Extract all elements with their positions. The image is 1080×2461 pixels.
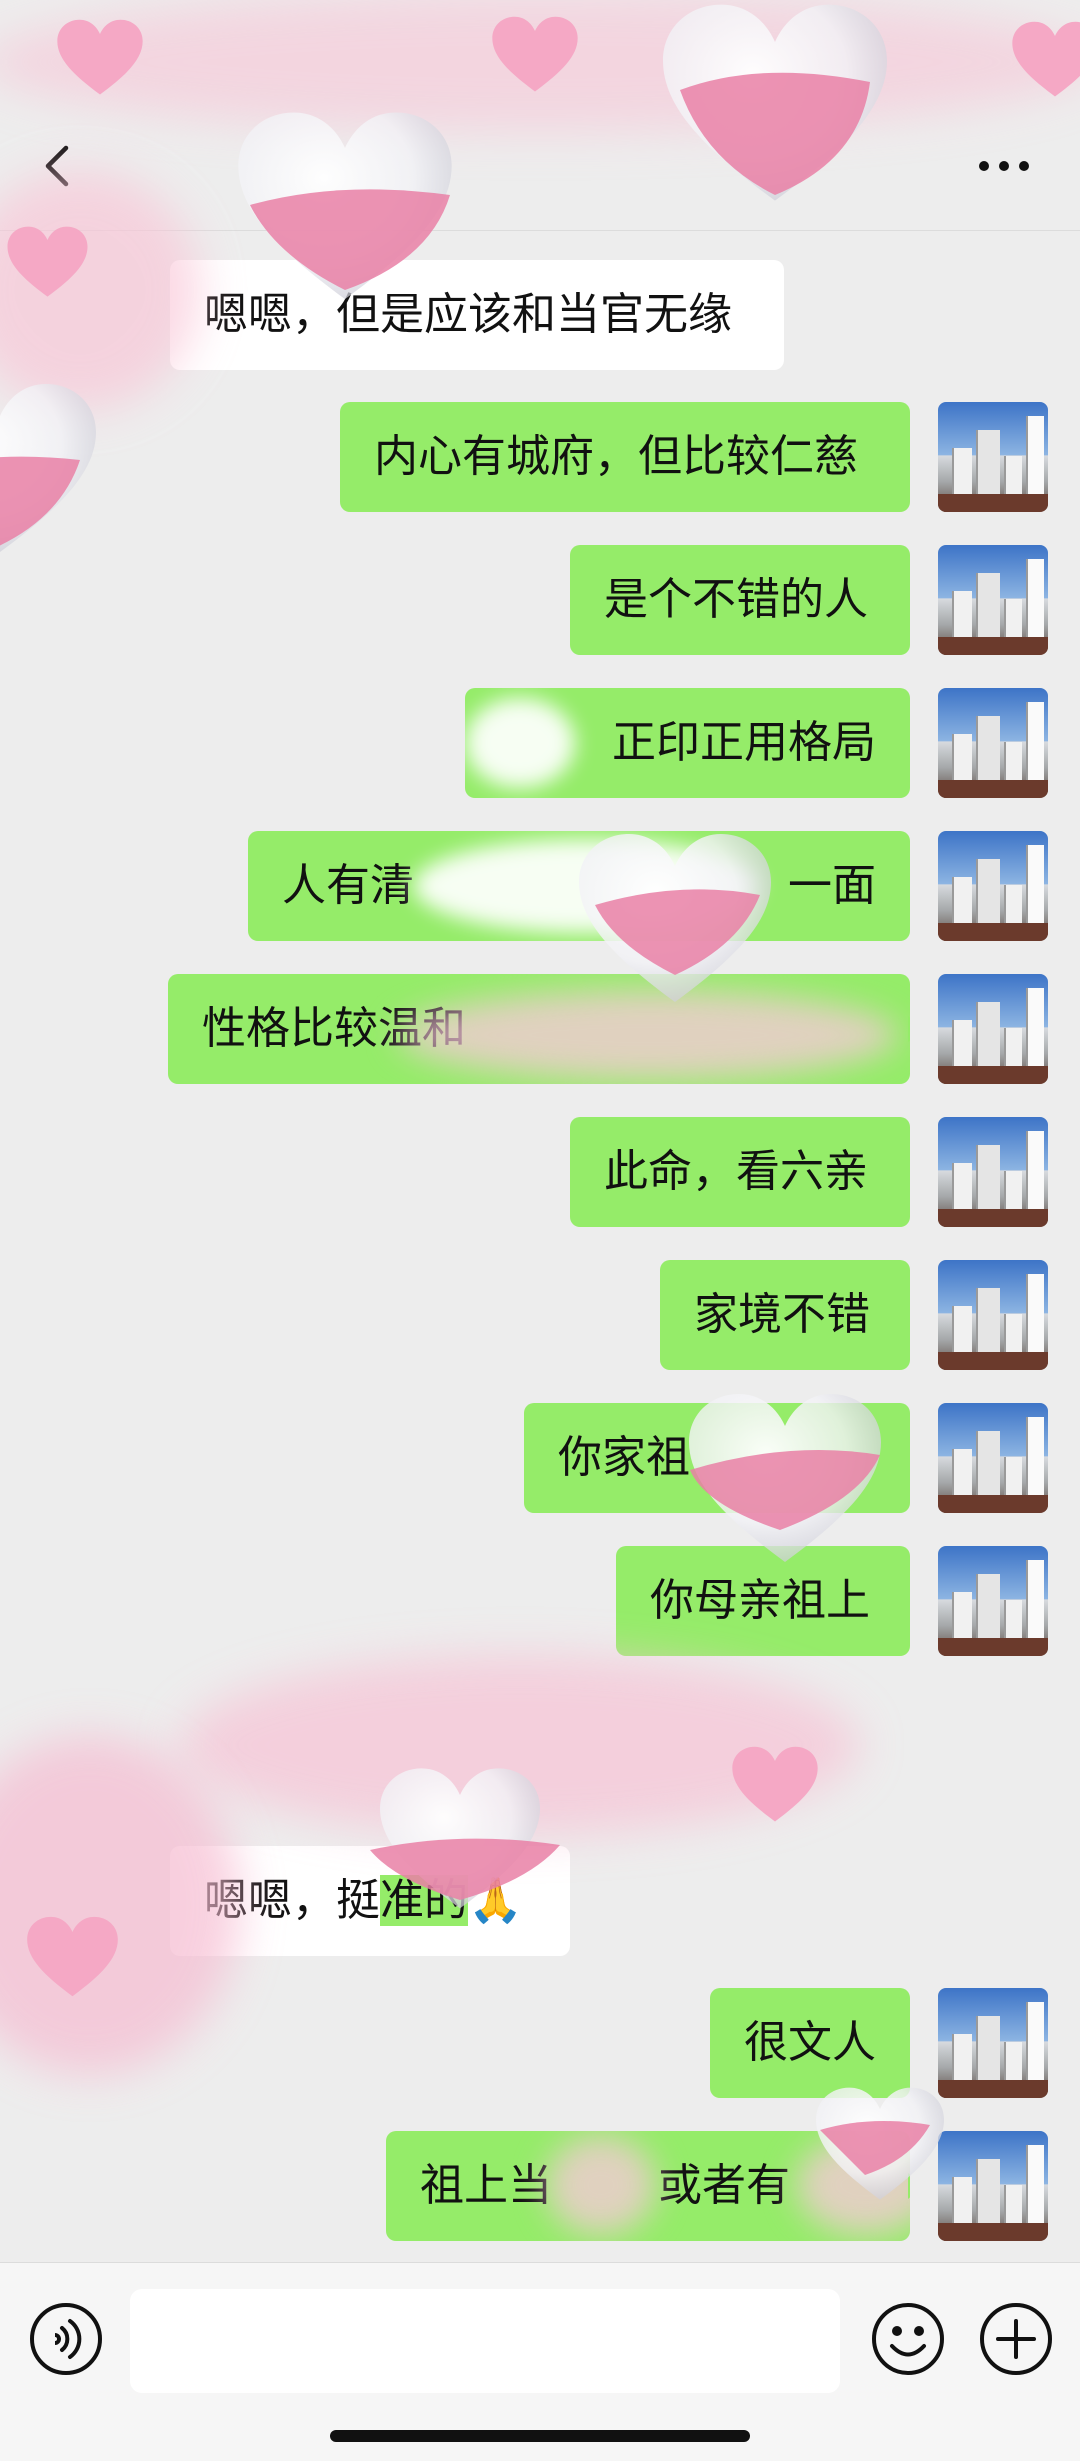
outgoing-message-bubble[interactable]: 正印正用格局 xyxy=(465,688,910,798)
message-text: 你母亲祖上 xyxy=(650,1575,870,1626)
avatar[interactable] xyxy=(938,974,1048,1084)
outgoing-message-bubble[interactable]: 你家祖 xyxy=(524,1403,910,1513)
avatar[interactable] xyxy=(938,1988,1048,2098)
avatar[interactable] xyxy=(938,831,1048,941)
redaction-overlay xyxy=(398,990,898,1080)
message-text: 内心有城府，但比较仁慈 xyxy=(374,431,858,482)
incoming-message-bubble[interactable]: 嗯嗯，挺准的🙏 xyxy=(170,1846,570,1956)
home-indicator xyxy=(330,2430,750,2442)
redaction-overlay xyxy=(413,839,758,933)
message-text: 正印正用格局 xyxy=(612,717,876,768)
outgoing-message-bubble[interactable]: 性格比较温和 xyxy=(168,974,910,1084)
message-list[interactable]: 嗯嗯，但是应该和当官无缘 内心有城府，但比较仁慈 是个不错的人 正印正用格局 人… xyxy=(0,230,1080,2262)
avatar[interactable] xyxy=(938,1260,1048,1370)
outgoing-message-bubble[interactable]: 家境不错 xyxy=(660,1260,910,1370)
message-text: 一面 xyxy=(788,860,876,911)
outgoing-message-bubble[interactable]: 内心有城府，但比较仁慈 xyxy=(340,402,910,512)
message-text: 家境不错 xyxy=(694,1289,870,1340)
chevron-left-icon[interactable] xyxy=(38,142,78,190)
outgoing-message-bubble[interactable]: 你母亲祖上 xyxy=(616,1546,910,1656)
redaction-overlay xyxy=(546,2135,656,2235)
message-text: 祖上当 xyxy=(420,2160,552,2211)
outgoing-message-bubble[interactable]: 祖上当 或者有 xyxy=(386,2131,910,2241)
message-text: 是个不错的人 xyxy=(604,574,868,625)
message-row: 嗯嗯，但是应该和当官无缘 xyxy=(0,260,1080,370)
message-row: 祖上当 或者有 xyxy=(0,2131,1080,2241)
avatar[interactable] xyxy=(938,2131,1048,2241)
message-text: 嗯嗯，但是应该和当官无缘 xyxy=(204,289,732,340)
emoji: 🙏 xyxy=(468,1875,523,1926)
message-row: 正印正用格局 xyxy=(0,688,1080,798)
message-row: 家境不错 xyxy=(0,1260,1080,1370)
voice-icon[interactable] xyxy=(28,2301,104,2377)
redaction-overlay xyxy=(465,698,575,788)
avatar[interactable] xyxy=(938,1117,1048,1227)
plus-icon[interactable] xyxy=(978,2301,1054,2377)
message-row: 你母亲祖上 xyxy=(0,1546,1080,1656)
avatar[interactable] xyxy=(938,545,1048,655)
message-text: 很文人 xyxy=(744,2017,876,2068)
message-row: 人有清 一面 xyxy=(0,831,1080,941)
outgoing-message-bubble[interactable]: 是个不错的人 xyxy=(570,545,910,655)
message-input[interactable] xyxy=(130,2289,840,2393)
outgoing-message-bubble[interactable]: 人有清 一面 xyxy=(248,831,910,941)
chat-header xyxy=(0,0,1080,231)
message-text: 人有清 xyxy=(282,860,414,911)
outgoing-message-bubble[interactable]: 很文人 xyxy=(710,1988,910,2098)
highlighted-text: 准的 xyxy=(380,1875,468,1926)
message-row: 嗯嗯，挺准的🙏 xyxy=(0,1846,1080,1956)
avatar[interactable] xyxy=(938,688,1048,798)
message-row: 很文人 xyxy=(0,1988,1080,2098)
emoji-icon[interactable] xyxy=(870,2301,946,2377)
message-text: 嗯嗯，挺 xyxy=(204,1875,380,1926)
message-row: 内心有城府，但比较仁慈 xyxy=(0,402,1080,512)
avatar[interactable] xyxy=(938,1403,1048,1513)
message-text: 你家祖 xyxy=(558,1432,690,1483)
avatar[interactable] xyxy=(938,402,1048,512)
ellipsis-icon[interactable] xyxy=(976,148,1032,184)
redaction-overlay xyxy=(796,2135,910,2235)
message-row: 你家祖 xyxy=(0,1403,1080,1513)
message-row: 此命，看六亲 xyxy=(0,1117,1080,1227)
incoming-message-bubble[interactable]: 嗯嗯，但是应该和当官无缘 xyxy=(170,260,784,370)
message-text: 此命，看六亲 xyxy=(604,1146,868,1197)
avatar[interactable] xyxy=(938,1546,1048,1656)
outgoing-message-bubble[interactable]: 此命，看六亲 xyxy=(570,1117,910,1227)
message-text: 或者有 xyxy=(658,2160,790,2211)
message-row: 是个不错的人 xyxy=(0,545,1080,655)
message-row: 性格比较温和 xyxy=(0,974,1080,1084)
